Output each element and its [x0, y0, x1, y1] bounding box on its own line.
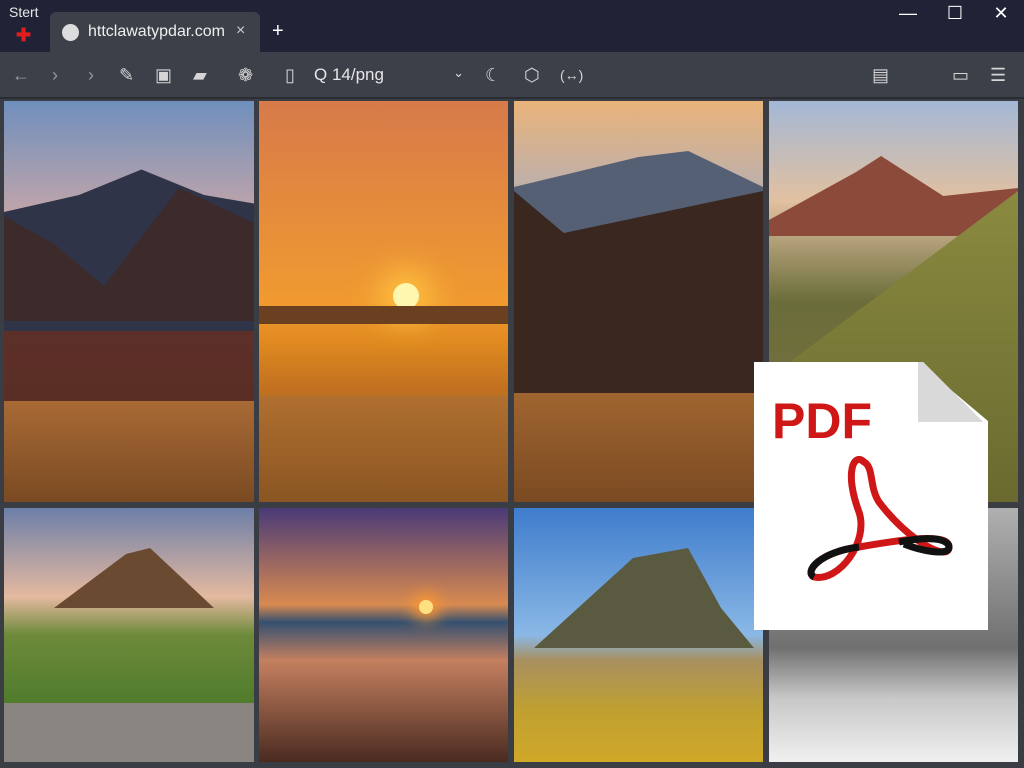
- share-icon[interactable]: ❁: [238, 64, 253, 86]
- favicon-icon: [62, 24, 79, 41]
- gallery-image[interactable]: [4, 101, 254, 502]
- back-icon[interactable]: ←: [12, 64, 30, 86]
- new-tab-button[interactable]: +: [272, 20, 284, 43]
- url-text[interactable]: Q 14/png: [314, 65, 384, 85]
- gallery-image[interactable]: [259, 101, 508, 502]
- acrobat-logo-icon: [807, 456, 953, 581]
- gallery-image[interactable]: [4, 508, 254, 762]
- code-icon[interactable]: (↔): [560, 64, 583, 86]
- chevron-down-icon[interactable]: ⌄: [453, 65, 464, 81]
- book-icon[interactable]: ▰: [193, 64, 207, 86]
- gallery-image[interactable]: [514, 508, 763, 762]
- forward-icon[interactable]: ›: [52, 64, 58, 86]
- pen-icon[interactable]: ✎: [119, 64, 134, 86]
- clipboard-icon[interactable]: ▤: [872, 64, 889, 86]
- download-icon[interactable]: ⬡: [524, 64, 540, 86]
- pdf-page-fold: [918, 362, 988, 422]
- tab-title: httclawatypdar.com: [88, 23, 225, 40]
- image-icon[interactable]: ▣: [155, 64, 172, 86]
- title-bar: Stert ✚ httclawatypdar.com × + — ☐ ✕: [0, 0, 1024, 54]
- document-icon[interactable]: ▯: [285, 64, 295, 86]
- pdf-label: PDF: [772, 393, 872, 449]
- gallery-image[interactable]: [514, 101, 763, 502]
- start-label: Stert: [9, 4, 39, 20]
- forward2-icon[interactable]: ›: [88, 64, 94, 86]
- screen-icon[interactable]: ▭: [952, 64, 969, 86]
- browser-tab[interactable]: httclawatypdar.com ×: [50, 12, 260, 54]
- toolbar: ← › › ✎ ▣ ▰ ❁ ▯ Q 14/png ⌄ ☾ ⬡ (↔) ▤ ▭ ☰: [0, 52, 1024, 99]
- tab-close-icon[interactable]: ×: [236, 22, 245, 40]
- minimize-button[interactable]: —: [893, 3, 923, 24]
- moon-icon[interactable]: ☾: [485, 64, 501, 86]
- gallery-image[interactable]: [259, 508, 508, 762]
- maximize-button[interactable]: ☐: [940, 3, 970, 24]
- menu-icon[interactable]: ☰: [990, 64, 1006, 86]
- close-button[interactable]: ✕: [986, 3, 1016, 24]
- app-icon[interactable]: ✚: [16, 25, 31, 46]
- address-bar[interactable]: Q 14/png ⌄: [314, 63, 470, 89]
